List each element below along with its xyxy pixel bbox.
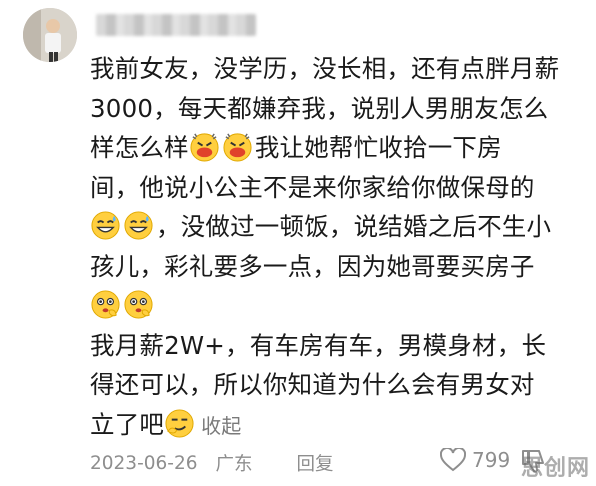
heart-outline-icon	[440, 448, 466, 472]
comment-line: ，没做过一顿饭，说结婚之后不生小	[90, 207, 592, 247]
comment-meta: 2023-06-26 广东 回复	[90, 448, 334, 478]
comment-line: 孩儿，彩礼要多一点，因为她哥要买房子	[90, 251, 535, 281]
angry-huff-emoji-icon	[189, 131, 220, 162]
comment-location: 广东	[215, 454, 253, 475]
comment-line: 我前女友，没学历，没长相，还有点胖月薪	[90, 54, 560, 83]
comment-line: 立了吧 收起	[90, 405, 592, 447]
reply-button[interactable]: 回复	[297, 450, 334, 476]
watermark: 思创网	[520, 456, 590, 481]
grin-sweat-emoji-icon	[90, 210, 121, 241]
comment-line-text: ，没做过一顿饭，说结婚之后不生小	[156, 212, 552, 241]
avatar[interactable]	[23, 8, 77, 62]
smug-emoji-icon	[164, 408, 195, 439]
comment-line-text: 我让她帮忙收拾一下房	[254, 133, 502, 162]
comment-text: 我前女友，没学历，没长相，还有点胖月薪 3000，每天都嫌弃我，说别人男朋友怎么…	[90, 49, 592, 446]
angry-huff-emoji-icon	[222, 131, 253, 162]
comment-date: 2023-06-26	[90, 452, 198, 474]
like-button[interactable]: 799	[440, 448, 510, 472]
comment-line	[90, 286, 592, 326]
comment-line-text: 样怎么样	[90, 133, 189, 162]
thinking-emoji-icon	[123, 289, 154, 320]
grin-sweat-emoji-icon	[123, 210, 154, 241]
comment-line: 我月薪2W+，有车房有车，男模身材，长	[90, 330, 547, 360]
collapse-button[interactable]: 收起	[201, 414, 241, 438]
comment-line: 3000，每天都嫌弃我，说别人男朋友怎么	[90, 93, 549, 123]
comment-line: 间，他说小公主不是来你家给你做保母的	[90, 172, 535, 202]
comment-line: 得还可以，所以你知道为什么会有男女对	[90, 370, 535, 399]
comment-line-text: 立了吧	[90, 409, 165, 439]
username-blurred	[96, 14, 256, 36]
like-count: 799	[472, 448, 511, 472]
thinking-emoji-icon	[90, 289, 121, 320]
comment-line: 样怎么样 我让她帮忙收拾一下房	[90, 128, 592, 168]
